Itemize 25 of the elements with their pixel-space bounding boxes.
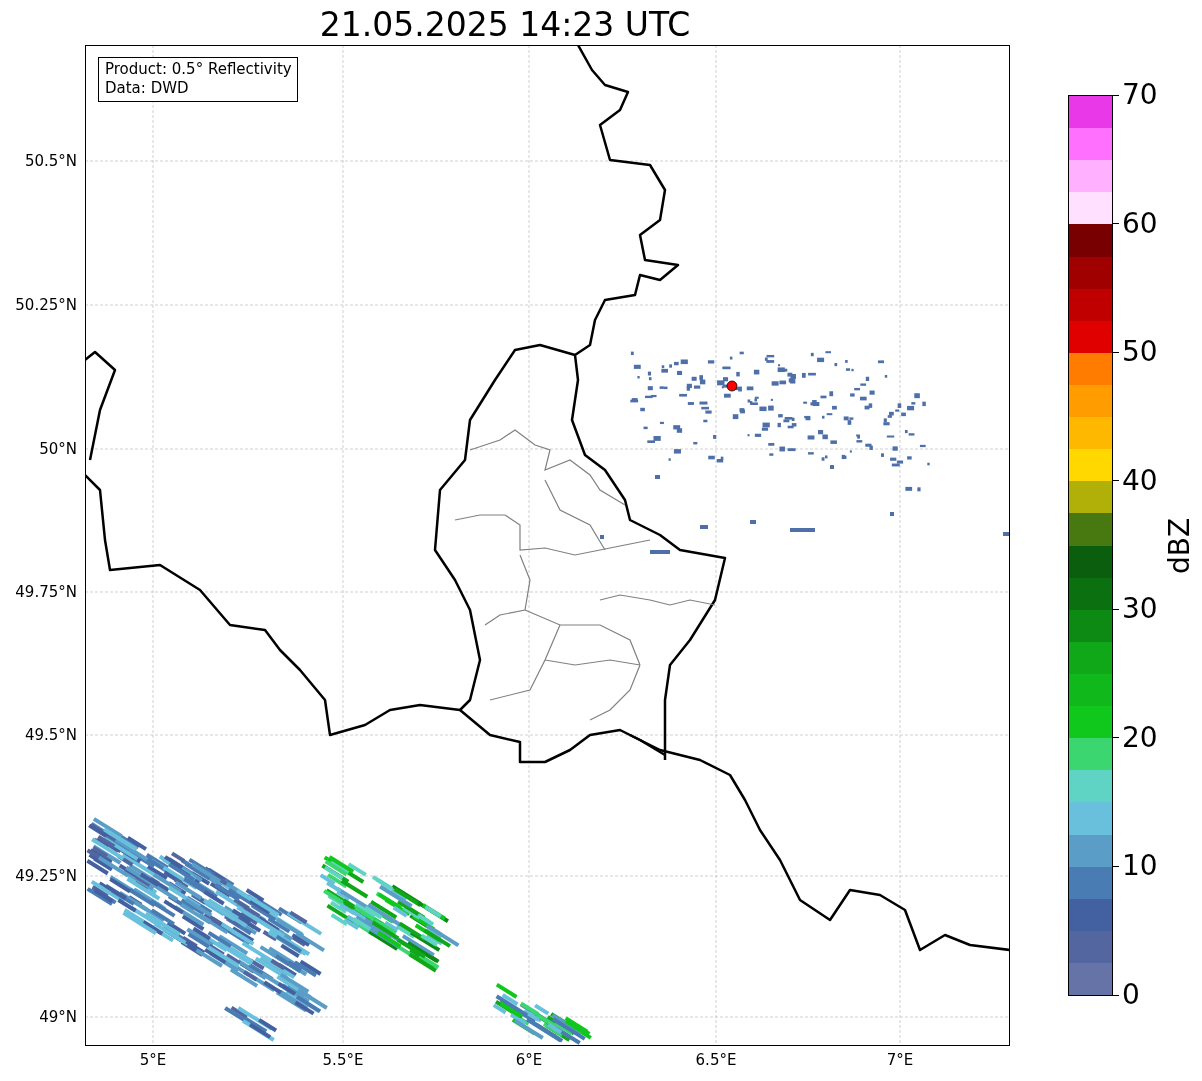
latitude-label: 50.25°N <box>15 296 77 314</box>
colorbar-tick-label: 30 <box>1122 593 1158 626</box>
colorbar-tick-label: 40 <box>1122 464 1158 497</box>
colorbar-tick-label: 20 <box>1122 721 1158 754</box>
info-text: Data: DWD <box>105 79 190 98</box>
longitude-label: 5°E <box>139 1051 167 1069</box>
latitude-label: 49.75°N <box>15 583 77 601</box>
latitude-label: 50°N <box>39 440 77 458</box>
latitude-label: 49.25°N <box>15 867 77 885</box>
longitude-label: 5.5°E <box>322 1051 364 1069</box>
colorbar-tick-label: 70 <box>1122 79 1158 111</box>
colorbar-label: dBZ <box>1163 517 1196 574</box>
latitude-label: 49.5°N <box>24 726 77 744</box>
radar-site-marker <box>726 380 738 392</box>
colorbar-tick-label: 10 <box>1122 850 1158 883</box>
longitude-label: 7°E <box>886 1051 914 1069</box>
longitude-label: 6.5°E <box>695 1051 737 1069</box>
colorbar-tick-label: 0 <box>1122 979 1140 1011</box>
latitude-label: 50.5°N <box>24 152 77 170</box>
latitude-label: 49°N <box>39 1008 77 1026</box>
colorbar-tick-label: 50 <box>1122 336 1158 369</box>
longitude-label: 6°E <box>515 1051 543 1069</box>
plot-title: 21.05.2025 14:23 UTC <box>319 5 691 45</box>
colorbar-tick-label: 60 <box>1122 207 1158 240</box>
info-text: Product: 0.5° Reflectivity <box>105 60 292 79</box>
